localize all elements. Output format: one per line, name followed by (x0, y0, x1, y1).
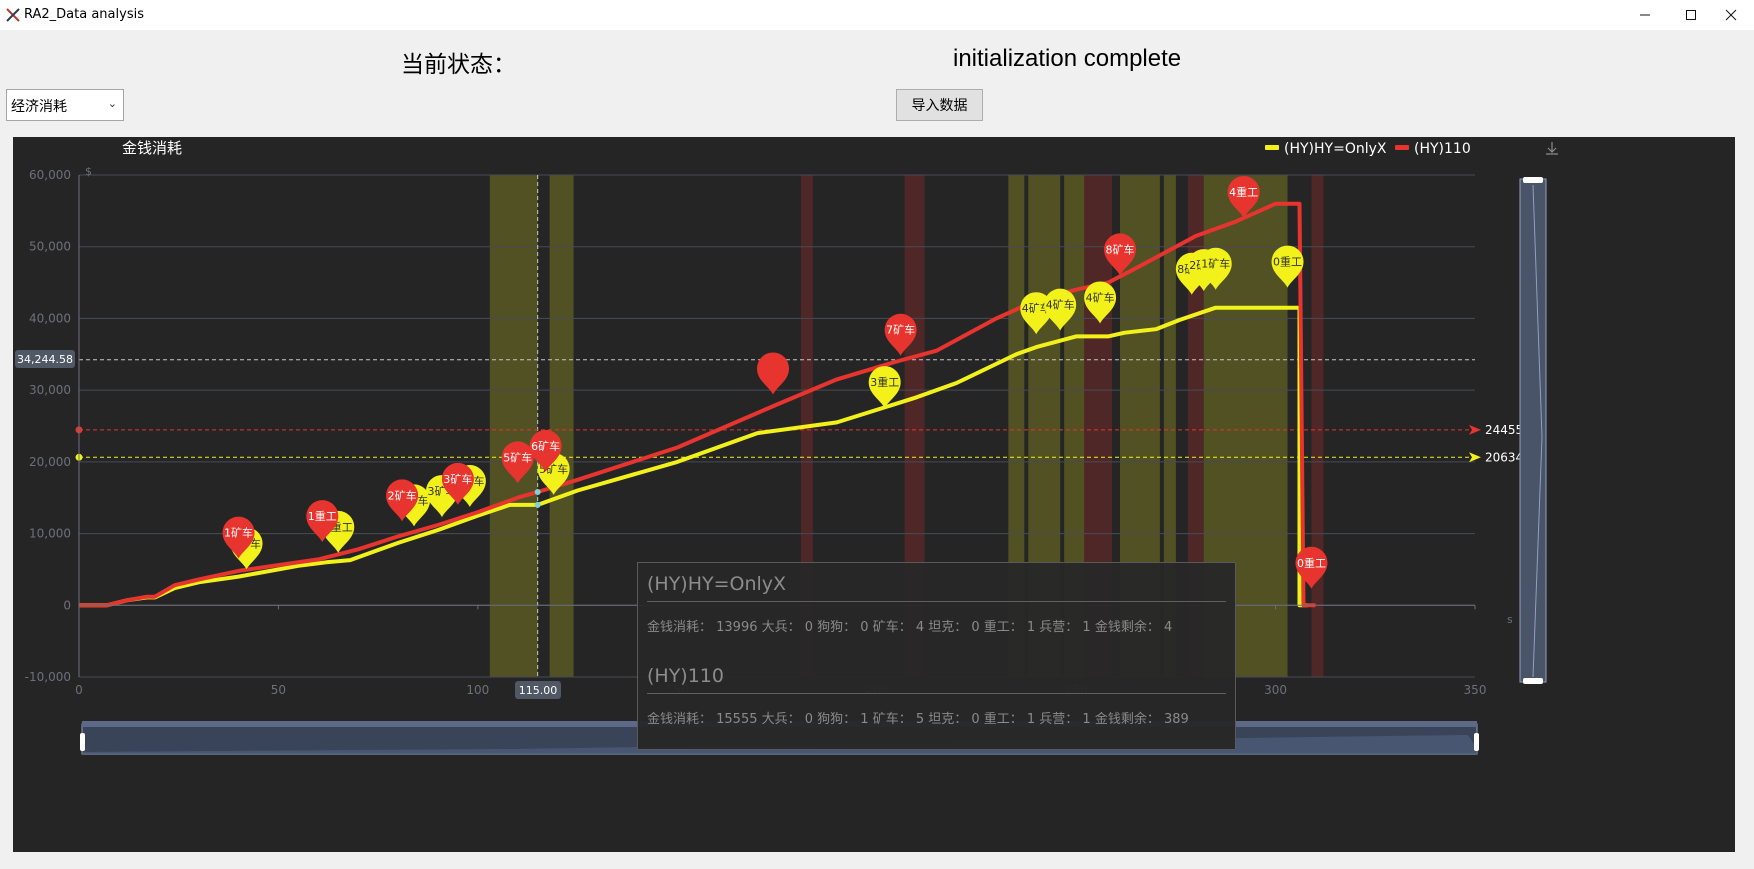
legend-swatch-red (1395, 145, 1409, 150)
marker-label: 6矿车 (531, 439, 560, 453)
marker-label: 3重工 (870, 375, 899, 389)
horizontal-slider-handle-left[interactable] (80, 733, 85, 751)
x-tick-label: 100 (466, 683, 489, 697)
marker-label: 5矿车 (503, 450, 532, 464)
vertical-slider-handle-top[interactable] (1523, 177, 1543, 183)
marker-label: 3矿车 (443, 472, 472, 486)
marker-label: 4矿车 (1086, 290, 1115, 304)
marker-label: 0重工 (1297, 556, 1326, 570)
marker-label: 2矿车 (388, 488, 417, 502)
metric-select[interactable]: 经济消耗 ⌄ (6, 89, 124, 121)
metric-select-value: 经济消耗 (11, 99, 67, 115)
y-tick-label: 50,000 (29, 240, 71, 254)
marker-label: 1矿车 (224, 526, 253, 540)
chart-panel: 24455.4920634.72 0矿车1重工2矿车3矿车4矿车5矿车3重工4矿… (13, 137, 1735, 852)
horizontal-slider-handle-right[interactable] (1474, 733, 1479, 751)
legend-label-onlyx[interactable]: (HY)HY=OnlyX (1284, 141, 1387, 157)
marker-label: 8矿车 (1106, 242, 1135, 256)
chevron-down-icon: ⌄ (107, 97, 117, 110)
y-tick-label: 30,000 (29, 383, 71, 397)
legend[interactable]: (HY)HY=OnlyX (HY)110 (1265, 141, 1471, 157)
chart-title: 金钱消耗 (122, 139, 182, 157)
x-tick-label: 300 (1264, 683, 1287, 697)
window-titlebar: RA2_Data analysis (0, 0, 1754, 30)
y-tick-label: 20,000 (29, 455, 71, 469)
close-icon[interactable] (1708, 0, 1754, 30)
app-icon (6, 8, 20, 22)
status-value: initialization complete (953, 45, 1182, 72)
marker-label: 1重工 (308, 509, 337, 523)
x-tick-label: 0 (75, 683, 83, 697)
download-icon[interactable] (1546, 142, 1558, 155)
shaded-band (1311, 175, 1324, 677)
shaded-band (489, 175, 538, 677)
tooltip-series-title: (HY)HY=OnlyX (647, 573, 1226, 602)
vertical-slider-handle-bottom[interactable] (1523, 678, 1543, 684)
crosshair-y-readout: 34,244.58 (15, 350, 75, 368)
chart-tooltip: (HY)HY=OnlyX 金钱消耗： 13996 大兵： 0 狗狗： 0 矿车：… (637, 562, 1236, 750)
marker-label: 0重工 (1273, 255, 1302, 269)
mark-line-arrow (1469, 424, 1481, 435)
marker-label: 7矿车 (886, 323, 915, 337)
import-data-button[interactable]: 导入数据 (896, 89, 983, 121)
y-tick-label: 60,000 (29, 168, 71, 182)
focus-point (534, 488, 541, 495)
y-tick-label: 10,000 (29, 527, 71, 541)
focus-point (534, 501, 541, 508)
legend-label-110[interactable]: (HY)110 (1414, 141, 1471, 157)
marker-label: 1矿车 (1201, 257, 1230, 271)
y-tick-label: -10,000 (25, 670, 71, 684)
tooltip-series-title: (HY)110 (647, 665, 1226, 694)
mark-line-arrow (1469, 452, 1481, 463)
marker-pin (757, 352, 790, 395)
crosshair-x-readout: 115.00 (515, 681, 561, 699)
vertical-zoom-slider[interactable] (1519, 177, 1547, 684)
legend-swatch-yellow (1265, 145, 1279, 150)
minimize-icon[interactable] (1622, 0, 1668, 30)
x-tick-label: 350 (1464, 683, 1487, 697)
y-tick-label: 40,000 (29, 311, 71, 325)
svg-text:34,244.58: 34,244.58 (17, 353, 73, 366)
marker-label: 4重工 (1229, 185, 1258, 199)
window-title: RA2_Data analysis (24, 7, 144, 22)
tooltip-series-detail: 金钱消耗： 15555 大兵： 0 狗狗： 1 矿车： 5 坦克： 0 重工： … (647, 712, 1189, 727)
y-tick-label: 0 (63, 598, 71, 612)
marker-label: 4矿车 (1046, 298, 1075, 312)
tooltip-series-detail: 金钱消耗： 13996 大兵： 0 狗狗： 0 矿车： 4 坦克： 0 重工： … (647, 620, 1173, 635)
series-marker (757, 352, 790, 395)
shaded-band (549, 175, 574, 677)
y-axis-unit: $ (85, 165, 92, 178)
status-label: 当前状态： (401, 52, 516, 78)
x-axis-unit: s (1507, 613, 1513, 626)
x-tick-label: 50 (271, 683, 286, 697)
svg-text:115.00: 115.00 (519, 684, 558, 697)
